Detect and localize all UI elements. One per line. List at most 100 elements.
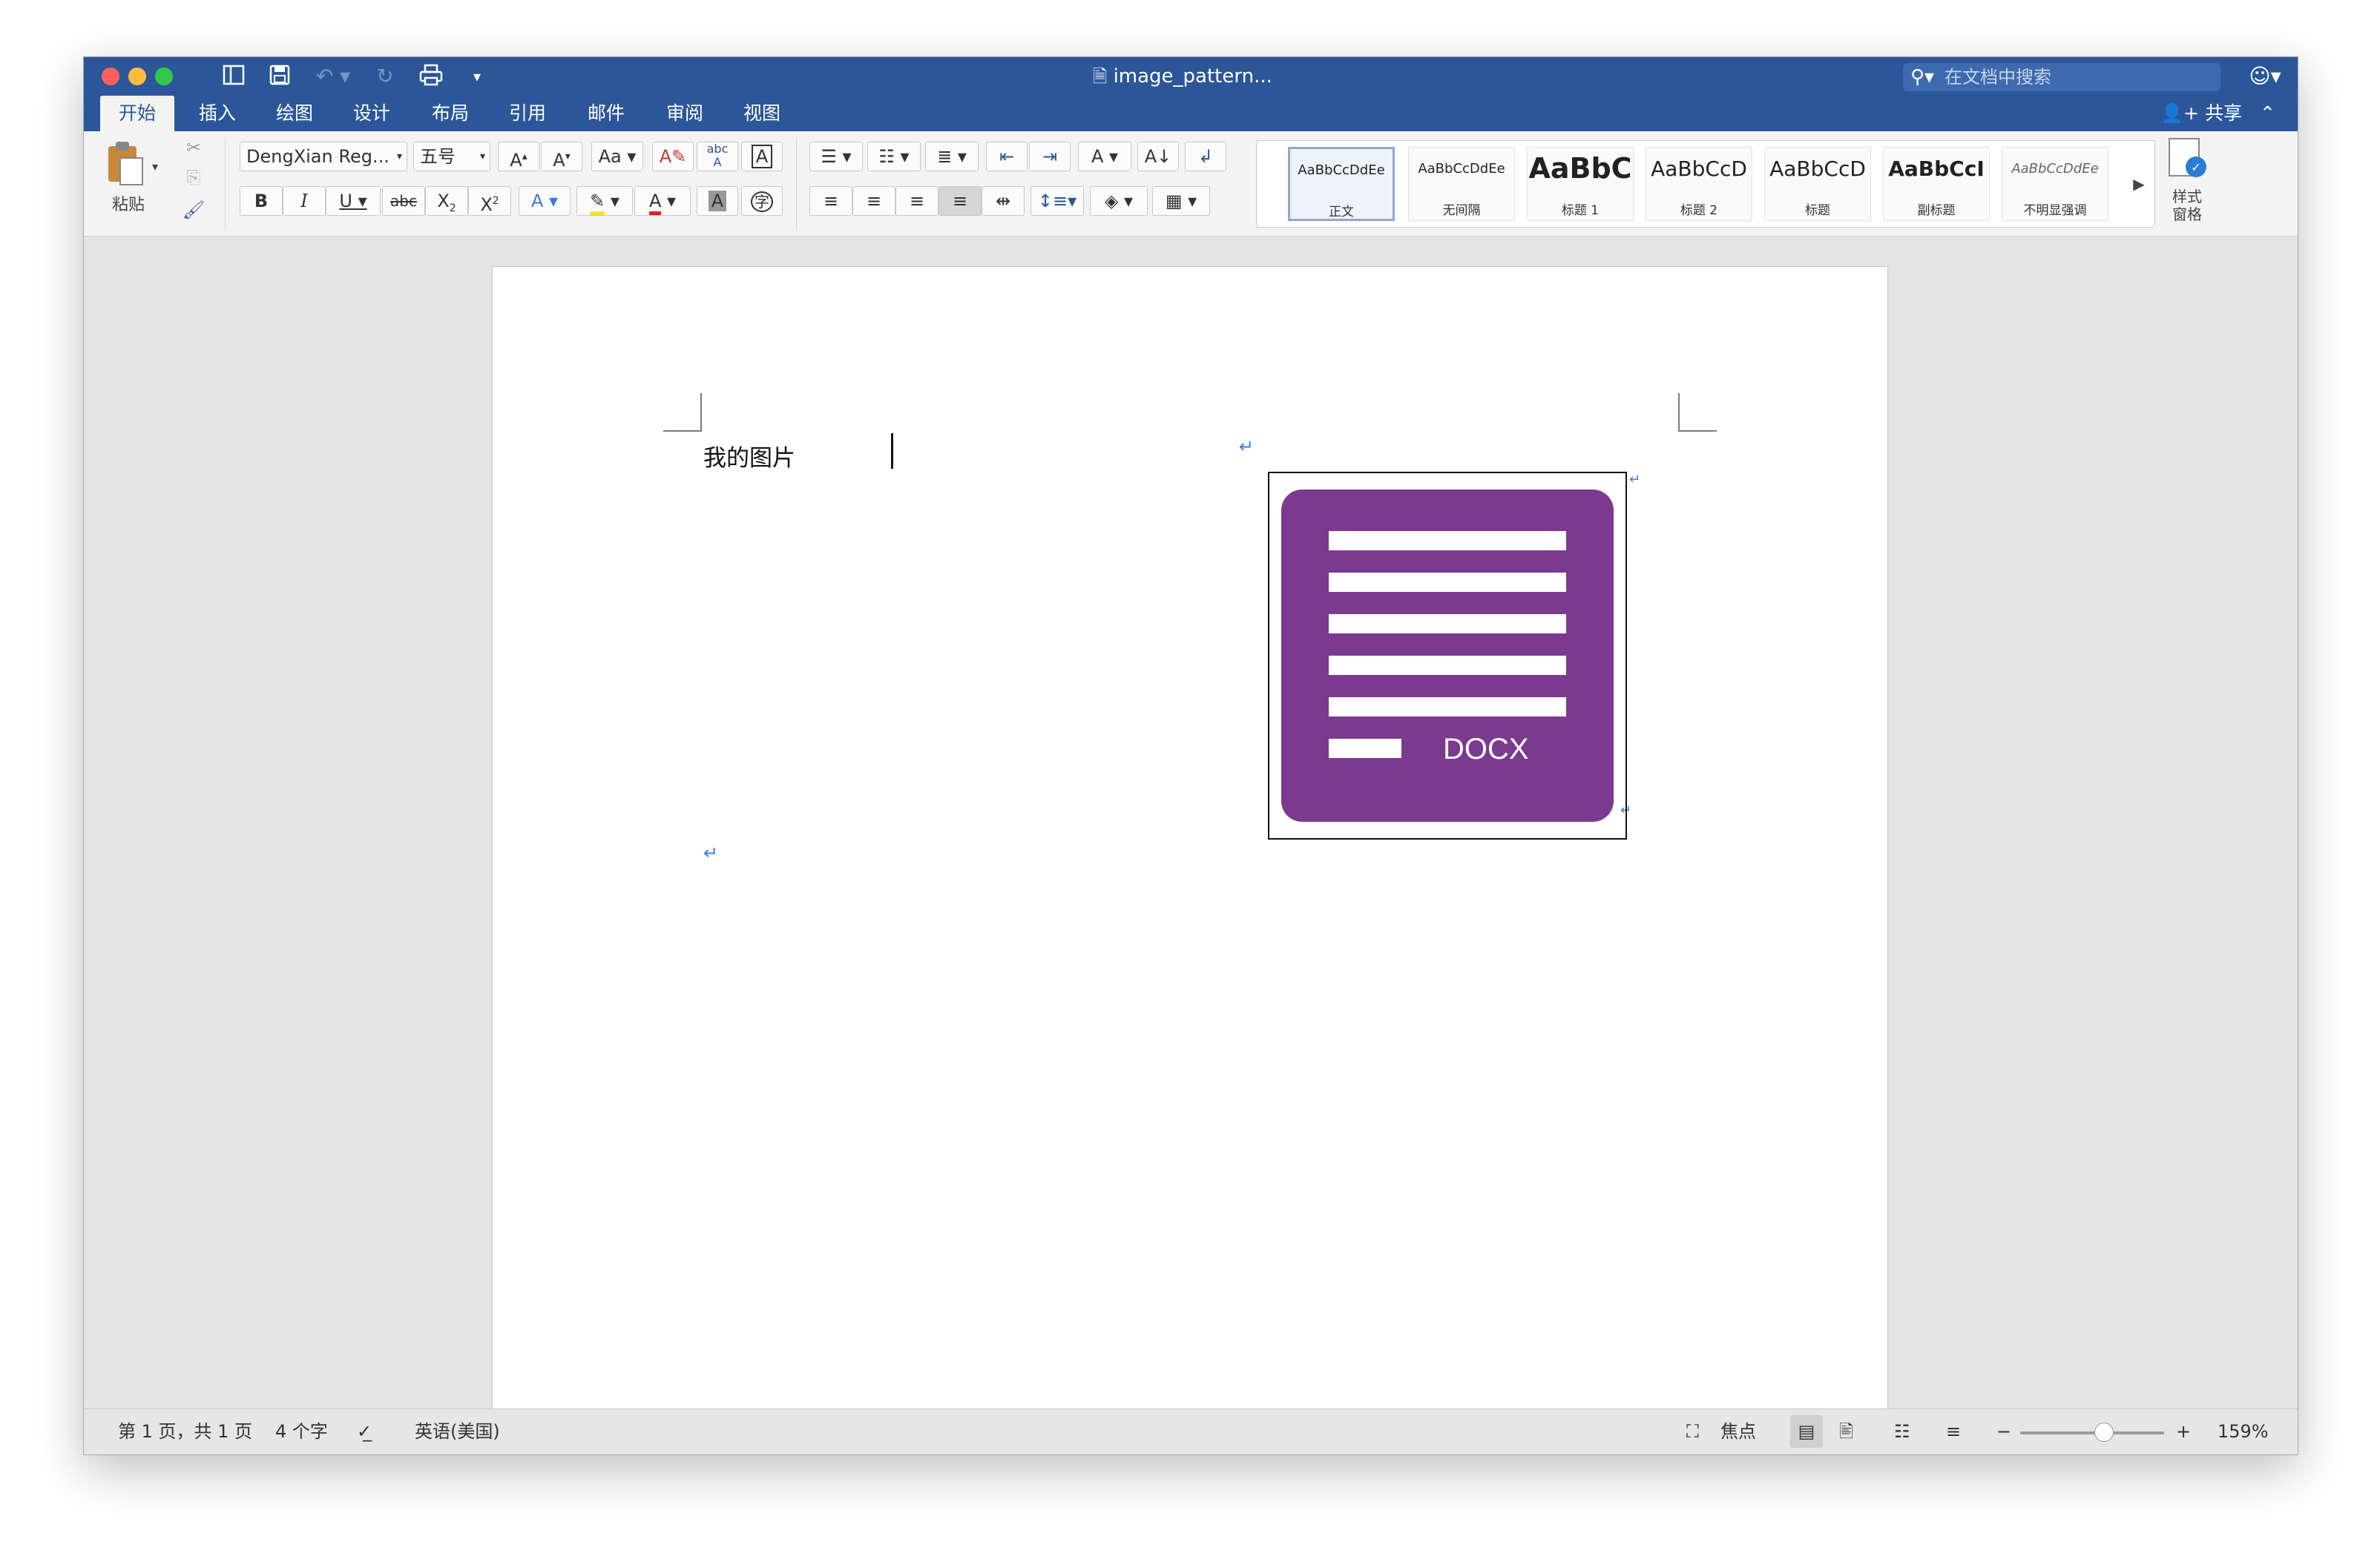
- sidebar-icon[interactable]: [220, 63, 247, 90]
- margin-corner-top-left: [663, 393, 702, 432]
- clear-formatting-button[interactable]: A✎: [652, 142, 694, 171]
- focus-mode-icon[interactable]: ⛶: [1686, 1409, 1699, 1454]
- tab-insert[interactable]: 插入: [180, 96, 254, 131]
- tab-layout[interactable]: 布局: [413, 96, 487, 131]
- tab-view[interactable]: 视图: [725, 96, 799, 131]
- line-spacing-button[interactable]: ↕≡▾: [1030, 186, 1084, 216]
- bold-button[interactable]: B: [240, 186, 283, 216]
- page-count[interactable]: 第 1 页，共 1 页: [118, 1409, 252, 1454]
- zoom-slider[interactable]: [2020, 1423, 2164, 1442]
- print-icon[interactable]: [418, 63, 444, 90]
- text-direction-button[interactable]: A ▾: [1078, 142, 1131, 171]
- redo-icon[interactable]: ↻: [372, 63, 398, 90]
- bordered-a-icon: A: [751, 145, 773, 168]
- align-left-button[interactable]: ≡: [809, 186, 852, 216]
- text-effects-button[interactable]: A ▾: [519, 186, 571, 216]
- ribbon-home: ▾ 粘贴 ✂ ⎘ 🖌 DengXian Reg... ▾ 五号 ▾ A▴ A▾ …: [84, 131, 2298, 237]
- tab-design[interactable]: 设计: [335, 96, 409, 131]
- format-painter-icon[interactable]: 🖌: [179, 195, 208, 225]
- superscript-button[interactable]: X2: [468, 186, 511, 216]
- feedback-smiley-icon[interactable]: ☺▾: [2243, 63, 2287, 90]
- cut-icon[interactable]: ✂: [179, 133, 208, 162]
- style-name: 无间隔: [1442, 203, 1481, 218]
- sort-button[interactable]: A↓: [1137, 142, 1179, 171]
- undo-icon[interactable]: ↶ ▾: [311, 63, 355, 90]
- change-case-button[interactable]: Aa ▾: [591, 142, 643, 171]
- strikethrough-button[interactable]: abc: [382, 186, 425, 216]
- minimize-window-button[interactable]: [128, 67, 146, 85]
- style-normal[interactable]: AaBbCcDdEe 正文: [1288, 147, 1395, 221]
- zoom-out-button[interactable]: −: [1996, 1409, 2011, 1454]
- body-paragraph[interactable]: 我的图片: [703, 439, 795, 472]
- styles-pane-button[interactable]: ✓: [2161, 136, 2213, 183]
- styles-more-arrow-icon[interactable]: ▶: [2128, 169, 2150, 199]
- tab-home[interactable]: 开始: [100, 96, 174, 131]
- style-heading-2[interactable]: AaBbCcD 标题 2: [1646, 147, 1752, 221]
- subscript-button[interactable]: X2: [425, 186, 468, 216]
- customize-toolbar-icon[interactable]: ▾: [464, 63, 490, 90]
- font-color-button[interactable]: A ▾: [634, 186, 691, 216]
- phonetic-guide-button[interactable]: abc A: [697, 142, 738, 171]
- copy-icon[interactable]: ⎘: [179, 162, 208, 192]
- numbering-button[interactable]: ☷ ▾: [867, 142, 921, 171]
- web-layout-view-icon[interactable]: 🖹: [1839, 1409, 1853, 1454]
- zoom-level[interactable]: 159%: [2218, 1409, 2269, 1454]
- shading-button[interactable]: ◈ ▾: [1090, 186, 1148, 216]
- style-no-spacing[interactable]: AaBbCcDdEe 无间隔: [1408, 147, 1515, 221]
- tab-references[interactable]: 引用: [490, 96, 565, 131]
- increase-indent-button[interactable]: ⇥: [1029, 142, 1071, 171]
- style-name: 副标题: [1917, 203, 1956, 218]
- enclose-characters-button[interactable]: 字: [741, 186, 783, 216]
- justify-button[interactable]: ≡: [938, 186, 982, 216]
- distributed-button[interactable]: ⇹: [982, 186, 1025, 216]
- chevron-down-icon: ▾: [396, 151, 402, 162]
- language-status[interactable]: 英语(美国): [415, 1409, 500, 1454]
- font-size-select[interactable]: 五号 ▾: [413, 142, 490, 171]
- focus-label[interactable]: 焦点: [1720, 1409, 1756, 1454]
- tab-mailings[interactable]: 邮件: [569, 96, 643, 131]
- bullets-button[interactable]: ☰ ▾: [809, 142, 863, 171]
- align-center-button[interactable]: ≡: [852, 186, 895, 216]
- share-button[interactable]: 👤+ 共享 ⌃: [2160, 97, 2275, 130]
- style-sample: AaBbC: [1528, 152, 1632, 185]
- italic-button[interactable]: I: [283, 186, 326, 216]
- decrease-indent-button[interactable]: ⇤: [986, 142, 1028, 171]
- outline-view-icon[interactable]: ☷: [1894, 1409, 1910, 1454]
- zoom-slider-thumb[interactable]: [2094, 1423, 2114, 1442]
- align-right-button[interactable]: ≡: [895, 186, 938, 216]
- highlight-color-button[interactable]: ✎ ▾: [576, 186, 633, 216]
- paste-button[interactable]: [99, 136, 151, 188]
- save-icon[interactable]: [266, 63, 293, 90]
- zoom-in-button[interactable]: +: [2176, 1409, 2191, 1454]
- paste-dropdown-icon[interactable]: ▾: [148, 152, 162, 182]
- multilevel-list-button[interactable]: ≣ ▾: [925, 142, 979, 171]
- style-title[interactable]: AaBbCcD 标题: [1764, 147, 1871, 221]
- document-canvas[interactable]: 我的图片 ↵ ↵ ↵ ↵ DOCX: [84, 237, 2298, 1423]
- tab-draw[interactable]: 绘图: [257, 96, 332, 131]
- chevron-down-icon: ▾: [479, 151, 485, 162]
- proofing-icon[interactable]: ✓̲: [357, 1409, 372, 1454]
- style-subtitle[interactable]: AaBbCcI 副标题: [1883, 147, 1990, 221]
- character-border-button[interactable]: A: [741, 142, 783, 171]
- word-count[interactable]: 4 个字: [275, 1409, 328, 1454]
- style-heading-1[interactable]: AaBbC 标题 1: [1527, 147, 1634, 221]
- collapse-ribbon-icon[interactable]: ⌃: [2260, 102, 2275, 124]
- style-subtle-emphasis[interactable]: AaBbCcDdEe 不明显强调: [2002, 147, 2108, 221]
- character-shading-button[interactable]: A: [697, 186, 738, 216]
- show-formatting-marks-button[interactable]: ↲: [1185, 142, 1226, 171]
- close-window-button[interactable]: [102, 67, 119, 85]
- document-page[interactable]: 我的图片 ↵ ↵ ↵ ↵ DOCX: [492, 266, 1888, 1423]
- zoom-window-button[interactable]: [155, 67, 173, 85]
- shrink-font-button[interactable]: A▾: [541, 142, 582, 171]
- draft-view-icon[interactable]: ≡: [1946, 1409, 1961, 1454]
- inserted-image[interactable]: DOCX: [1268, 472, 1627, 840]
- underline-button[interactable]: U ▾: [326, 186, 381, 216]
- search-input[interactable]: ⚲▾ 在文档中搜索: [1903, 63, 2220, 91]
- highlighter-icon: ✎: [590, 191, 605, 215]
- borders-button[interactable]: ▦ ▾: [1152, 186, 1210, 216]
- tab-review[interactable]: 审阅: [648, 96, 722, 131]
- print-layout-view-icon[interactable]: ▤: [1790, 1415, 1823, 1448]
- svg-text:✓: ✓: [2191, 160, 2200, 174]
- grow-font-button[interactable]: A▴: [498, 142, 539, 171]
- font-name-select[interactable]: DengXian Reg... ▾: [240, 142, 407, 171]
